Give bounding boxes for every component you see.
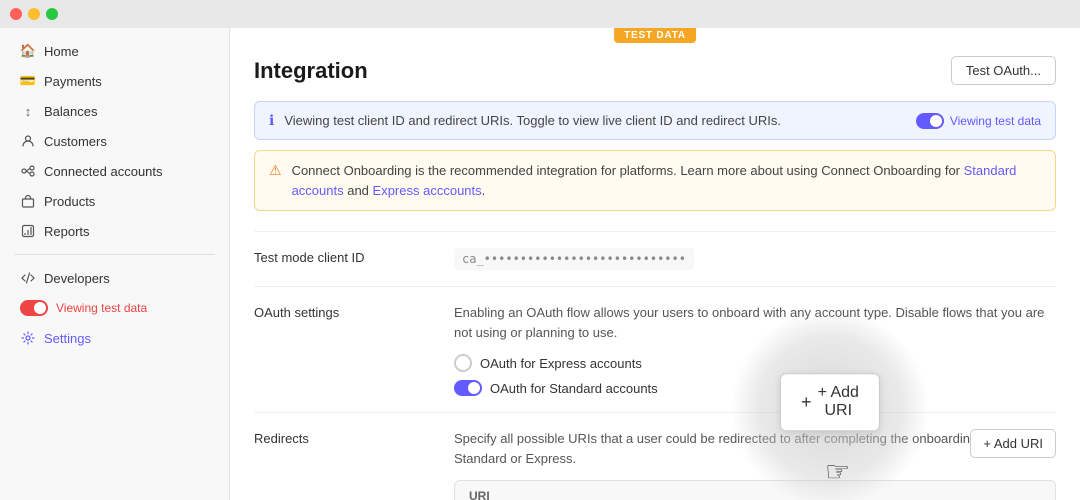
- toggle-label: Viewing test data: [950, 114, 1041, 128]
- info-banner: ℹ Viewing test client ID and redirect UR…: [254, 101, 1056, 140]
- test-data-banner: TEST DATA: [614, 28, 696, 43]
- sidebar-item-customers[interactable]: Customers: [6, 127, 223, 155]
- oauth-express-option: OAuth for Express accounts: [454, 354, 1056, 372]
- test-oauth-button[interactable]: Test OAuth...: [951, 56, 1056, 85]
- sidebar-item-home-label: Home: [44, 44, 79, 59]
- customers-icon: [20, 133, 36, 149]
- oauth-description: Enabling an OAuth flow allows your users…: [454, 303, 1056, 342]
- sidebar-item-payments-label: Payments: [44, 74, 102, 89]
- home-icon: 🏠: [20, 43, 36, 59]
- info-icon: ℹ: [269, 112, 274, 129]
- products-icon: [20, 193, 36, 209]
- connected-accounts-icon: [20, 163, 36, 179]
- balances-icon: ↕: [20, 103, 36, 119]
- sidebar-item-settings-label: Settings: [44, 331, 91, 346]
- standard-toggle[interactable]: [454, 380, 482, 396]
- warning-text: Connect Onboarding is the recommended in…: [292, 161, 1041, 200]
- oauth-options: OAuth for Express accounts OAuth for Sta…: [454, 354, 1056, 396]
- sidebar-item-settings[interactable]: Settings: [6, 324, 223, 352]
- main-content-area: TEST DATA Integration Test OAuth... ℹ Vi…: [230, 28, 1080, 500]
- sidebar-item-viewing-test-data-label: Viewing test data: [56, 301, 147, 315]
- client-id-section: Test mode client ID ca_•••••••••••••••••…: [254, 231, 1056, 286]
- express-accounts-link[interactable]: Express acccounts: [373, 183, 482, 198]
- sidebar-item-home[interactable]: 🏠 Home: [6, 37, 223, 65]
- sidebar-item-developers-label: Developers: [44, 271, 110, 286]
- reports-icon: [20, 223, 36, 239]
- add-uri-corner-button[interactable]: + Add URI: [970, 429, 1056, 458]
- redirects-description: Specify all possible URIs that a user co…: [454, 429, 1056, 468]
- page-header: Integration Test OAuth...: [254, 56, 1056, 85]
- client-id-label: Test mode client ID: [254, 248, 434, 265]
- client-id-value: ca_••••••••••••••••••••••••••••: [454, 248, 694, 270]
- sidebar-item-connected-accounts-label: Connected accounts: [44, 164, 163, 179]
- close-button[interactable]: [10, 8, 22, 20]
- oauth-section-label: OAuth settings: [254, 303, 434, 320]
- express-checkbox[interactable]: [454, 354, 472, 372]
- sidebar-item-reports[interactable]: Reports: [6, 217, 223, 245]
- redirects-label: Redirects: [254, 429, 434, 446]
- sidebar-item-connected-accounts[interactable]: Connected accounts: [6, 157, 223, 185]
- uri-table: URI https://••••••••••••••••••••••••••••…: [454, 480, 1056, 500]
- minimize-button[interactable]: [28, 8, 40, 20]
- warning-banner: ⚠ Connect Onboarding is the recommended …: [254, 150, 1056, 211]
- oauth-standard-option: OAuth for Standard accounts: [454, 380, 1056, 396]
- sidebar-item-balances[interactable]: ↕ Balances: [6, 97, 223, 125]
- sidebar-item-viewing-test-data[interactable]: Viewing test data: [6, 294, 223, 322]
- payments-icon: 💳: [20, 73, 36, 89]
- sidebar-item-developers[interactable]: Developers: [6, 264, 223, 292]
- express-option-label: OAuth for Express accounts: [480, 356, 642, 371]
- test-data-toggle[interactable]: [20, 300, 48, 316]
- warning-icon: ⚠: [269, 162, 282, 179]
- sidebar-item-products-label: Products: [44, 194, 95, 209]
- viewing-test-data-toggle-area: Viewing test data: [916, 113, 1041, 129]
- sidebar-item-balances-label: Balances: [44, 104, 97, 119]
- developers-icon: [20, 270, 36, 286]
- info-banner-text: Viewing test client ID and redirect URIs…: [284, 113, 906, 128]
- sidebar-item-payments[interactable]: 💳 Payments: [6, 67, 223, 95]
- live-toggle[interactable]: [916, 113, 944, 129]
- titlebar: [0, 0, 1080, 28]
- sidebar-item-customers-label: Customers: [44, 134, 107, 149]
- sidebar-item-products[interactable]: Products: [6, 187, 223, 215]
- settings-icon: [20, 330, 36, 346]
- maximize-button[interactable]: [46, 8, 58, 20]
- sidebar: 🏠 Home 💳 Payments ↕ Balances Customers: [0, 28, 230, 500]
- page-title: Integration: [254, 58, 368, 84]
- uri-table-header: URI: [455, 481, 1055, 500]
- sidebar-item-reports-label: Reports: [44, 224, 90, 239]
- redirects-section: Redirects Specify all possible URIs that…: [254, 412, 1056, 500]
- standard-option-label: OAuth for Standard accounts: [490, 381, 658, 396]
- oauth-settings-section: OAuth settings Enabling an OAuth flow al…: [254, 286, 1056, 412]
